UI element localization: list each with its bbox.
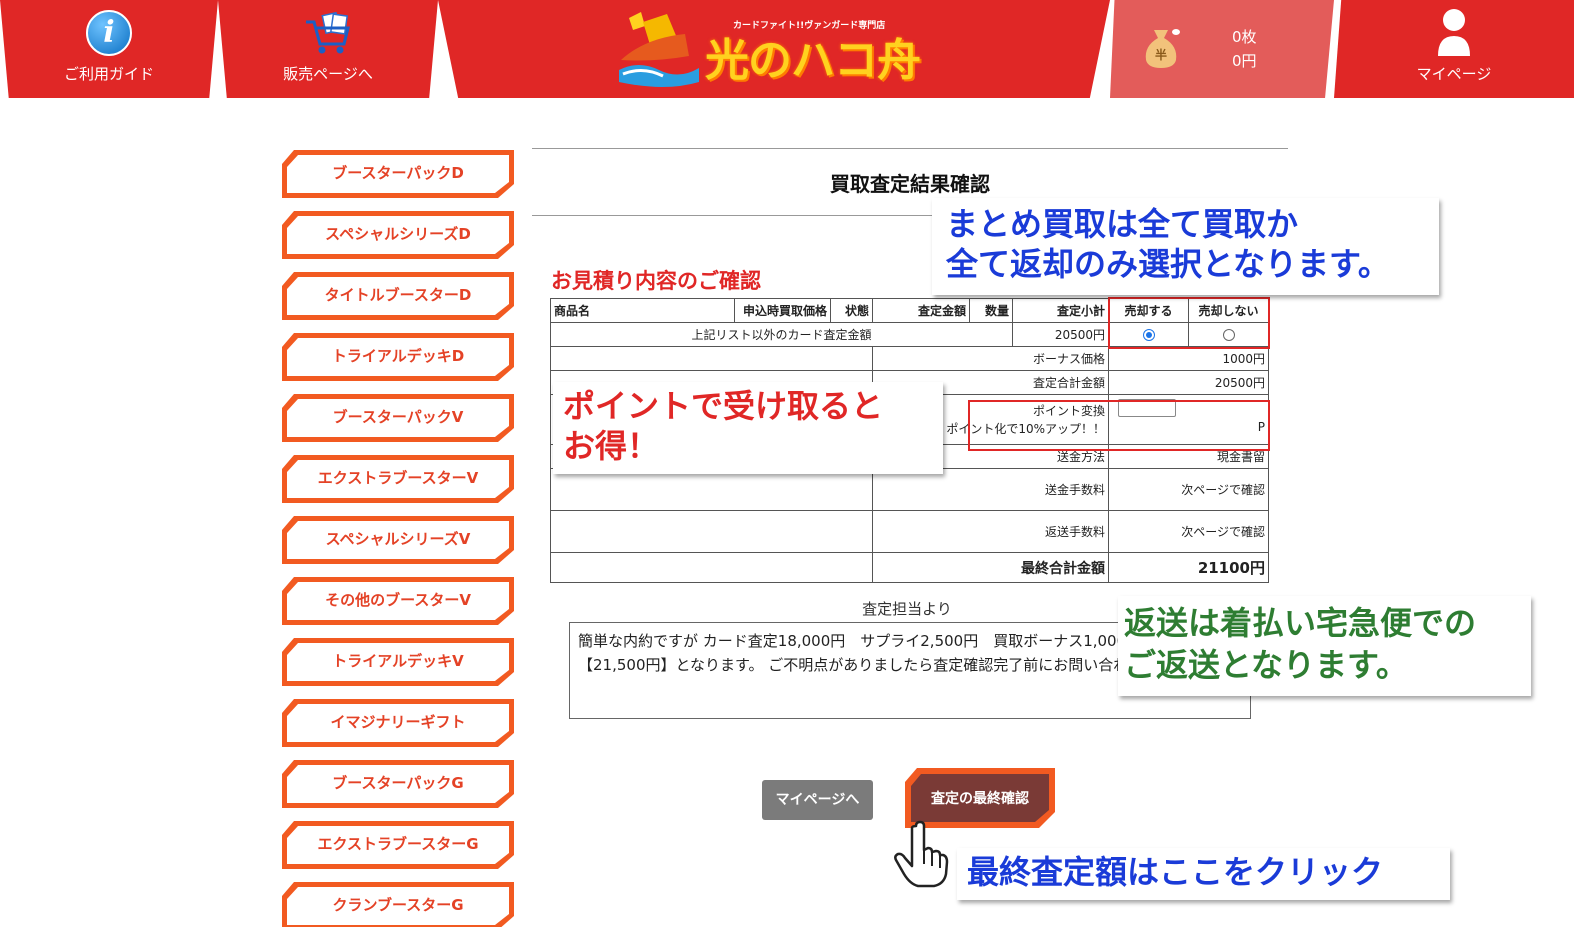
final-confirm-label: 査定の最終確認: [931, 791, 1029, 807]
bonus-value: 1000円: [1108, 346, 1269, 371]
cart-summary[interactable]: 半 0枚 0円: [1110, 0, 1334, 98]
sidebar-item[interactable]: ブースターパックG: [280, 758, 516, 810]
title-divider-top: [532, 148, 1288, 149]
shop-label: 販売ページへ: [283, 65, 373, 83]
final-value: 21100円: [1108, 552, 1269, 583]
shopping-cart-icon: [306, 12, 350, 54]
bonus-label: ボーナス価格: [872, 346, 1109, 371]
money-bag-icon: 半: [1145, 29, 1180, 68]
sidebar-item-label: ブースターパックD: [332, 164, 464, 182]
return-fee-row: 返送手数料 次ページで確認: [550, 510, 1269, 553]
col-quantity: 数量: [969, 298, 1013, 323]
sidebar-item[interactable]: スペシャルシリーズD: [280, 209, 516, 261]
mypage-tab[interactable]: マイページ: [1334, 0, 1574, 98]
return-fee-value: 次ページで確認: [1108, 510, 1269, 553]
item-name: 上記リスト以外のカード査定金額: [550, 322, 1013, 347]
sidebar-item[interactable]: トライアルデッキD: [280, 331, 516, 383]
page-title: 買取査定結果確認: [830, 172, 990, 196]
click-callout: 最終査定額はここをクリック: [957, 848, 1450, 900]
final-label: 最終合計金額: [872, 552, 1109, 583]
shop-tab[interactable]: 販売ページへ: [218, 0, 438, 98]
sidebar-item-label: トライアルデッキV: [332, 652, 464, 670]
bulk-purchase-callout: まとめ買取は全て買取か 全て返却のみ選択となります。: [932, 198, 1439, 295]
bulk-callout-line1: まとめ買取は全て買取か: [946, 205, 1299, 243]
user-icon: [1438, 9, 1470, 56]
sidebar-item[interactable]: エクストラブースターV: [280, 453, 516, 505]
sidebar-item-label: スペシャルシリーズD: [325, 225, 471, 243]
sidebar-item[interactable]: その他のブースターV: [280, 575, 516, 627]
points-callout-line2: お得！: [563, 427, 660, 465]
return-callout-line1: 返送は着払い宅急便での: [1124, 604, 1477, 642]
item-subtotal: 20500円: [1012, 322, 1109, 347]
col-product: 商品名: [550, 298, 735, 323]
sidebar-item-label: ブースターパックG: [332, 774, 464, 792]
points-callout: ポイントで受け取ると お得！: [553, 382, 943, 474]
sidebar-item[interactable]: クランブースターG: [280, 880, 516, 927]
site-logo[interactable]: カードファイト!!ヴァンガード専門店 光のハコ舟: [615, 8, 935, 92]
sidebar-item-label: エクストラブースターG: [317, 835, 479, 853]
bonus-row: ボーナス価格 1000円: [550, 346, 1269, 371]
sidebar-item-label: エクストラブースターV: [317, 469, 479, 487]
ship-logo-icon: [619, 12, 699, 87]
send-fee-value: 次ページで確認: [1108, 468, 1269, 511]
cart-amount: 0円: [1232, 52, 1257, 70]
logo-text: 光のハコ舟: [705, 35, 921, 86]
cart-count: 0枚: [1232, 28, 1257, 46]
sidebar-item[interactable]: エクストラブースターG: [280, 819, 516, 871]
send-fee-label: 送金手数料: [872, 468, 1109, 511]
return-callout: 返送は着払い宅急便での ご返送となります。: [1118, 596, 1531, 696]
sell-choice-highlight: [1108, 297, 1270, 349]
sidebar-item-label: スペシャルシリーズV: [325, 530, 471, 548]
info-icon: i: [86, 10, 132, 56]
sidebar-item[interactable]: ブースターパックD: [280, 148, 516, 200]
point-highlight: [968, 400, 1270, 451]
bulk-callout-line2: 全て返却のみ選択となります。: [946, 245, 1390, 283]
total-value: 20500円: [1108, 370, 1269, 395]
section-title: お見積り内容のご確認: [551, 269, 761, 293]
col-subtotal: 査定小計: [1012, 298, 1109, 323]
sidebar-item-label: その他のブースターV: [325, 591, 471, 609]
points-callout-line1: ポイントで受け取ると: [563, 387, 884, 425]
mypage-label: マイページ: [1416, 65, 1492, 83]
sidebar-item[interactable]: タイトルブースターD: [280, 270, 516, 322]
return-callout-line2: ご返送となります。: [1124, 646, 1408, 684]
col-apply-price: 申込時買取価格: [734, 298, 831, 323]
pointer-hand-icon: [894, 820, 949, 888]
sidebar-item-label: トライアルデッキD: [331, 347, 465, 365]
col-condition: 状態: [830, 298, 873, 323]
sidebar-item-label: クランブースターG: [332, 896, 464, 914]
site-header: i ご利用ガイド 販売ページへ カードファイト!!ヴァンガード専門店 光のハコ舟…: [0, 0, 1594, 100]
sidebar-item-label: タイトルブースターD: [324, 286, 472, 304]
return-fee-label: 返送手数料: [872, 510, 1109, 553]
guide-label: ご利用ガイド: [63, 65, 154, 83]
bag-glyph: 半: [1155, 47, 1167, 62]
sidebar-item[interactable]: トライアルデッキV: [280, 636, 516, 688]
col-assessed: 査定金額: [872, 298, 970, 323]
sidebar-item[interactable]: イマジナリーギフト: [280, 697, 516, 749]
sidebar-item-label: イマジナリーギフト: [330, 713, 466, 731]
sidebar-item[interactable]: ブースターパックV: [280, 392, 516, 444]
final-row: 最終合計金額 21100円: [550, 552, 1269, 583]
mypage-button[interactable]: マイページへ: [762, 780, 873, 820]
send-fee-row: 送金手数料 次ページで確認: [550, 468, 1269, 511]
sidebar-item-label: ブースターパックV: [332, 408, 464, 426]
sidebar-item[interactable]: スペシャルシリーズV: [280, 514, 516, 566]
guide-tab[interactable]: i ご利用ガイド: [0, 0, 218, 98]
